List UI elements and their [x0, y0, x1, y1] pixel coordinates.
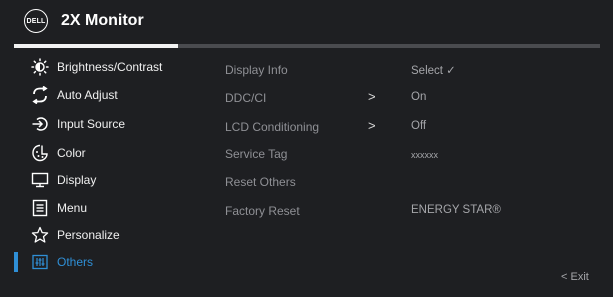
option-lcd-conditioning[interactable]: LCD Conditioning	[225, 120, 319, 134]
exit-button[interactable]: < Exit	[561, 271, 589, 283]
selection-indicator	[14, 252, 18, 272]
brightness-icon	[31, 58, 49, 76]
menu-item-auto-adjust[interactable]: Auto Adjust	[14, 83, 184, 107]
menu-item-label: Color	[57, 146, 86, 160]
option-reset-others[interactable]: Reset Others	[225, 175, 296, 189]
service-tag-value: xxxxxx	[411, 150, 438, 160]
menu-item-label: Auto Adjust	[57, 88, 118, 102]
osd-title: 2X Monitor	[61, 12, 144, 29]
lcd-conditioning-value: Off	[411, 120, 427, 132]
others-icon	[32, 254, 48, 270]
option-ddc-ci[interactable]: DDC/CI	[225, 91, 266, 105]
menu-item-display[interactable]: Display	[14, 168, 184, 192]
menu-item-brightness-contrast[interactable]: Brightness/Contrast	[14, 55, 184, 79]
menu-position-bar	[14, 44, 600, 48]
menu-item-personalize[interactable]: Personalize	[14, 223, 184, 247]
menu-icon	[32, 199, 48, 217]
osd-header: DELL 2X Monitor	[0, 0, 613, 44]
menu-item-label: Display	[57, 173, 97, 187]
input-source-icon	[32, 117, 48, 131]
ddc-ci-value: On	[411, 91, 427, 103]
chevron-right-icon: >	[368, 118, 376, 133]
menu-item-menu[interactable]: Menu	[14, 196, 184, 220]
display-info-value: Select ✓	[411, 65, 456, 77]
option-service-tag[interactable]: Service Tag	[225, 147, 287, 161]
chevron-right-icon: >	[368, 89, 376, 104]
option-display-info[interactable]: Display Info	[225, 63, 288, 77]
menu-item-label: Personalize	[57, 228, 120, 242]
menu-item-color[interactable]: Color	[14, 141, 184, 165]
menu-item-label: Others	[57, 255, 94, 269]
menu-item-label: Brightness/Contrast	[57, 60, 163, 74]
option-factory-reset[interactable]: Factory Reset	[225, 204, 300, 218]
energy-star-label: ENERGY STAR®	[411, 204, 501, 216]
menu-item-input-source[interactable]: Input Source	[14, 112, 184, 136]
auto-adjust-icon	[32, 86, 48, 104]
menu-position-fill	[14, 44, 179, 48]
menu-item-others[interactable]: Others	[14, 250, 184, 274]
display-icon	[31, 172, 49, 188]
color-icon	[32, 144, 48, 162]
monitor-osd: DELL 2X Monitor Brightness/Contrast Auto…	[0, 0, 613, 297]
menu-item-label: Menu	[57, 201, 88, 215]
menu-item-label: Input Source	[57, 117, 126, 131]
dell-logo: DELL	[24, 9, 48, 33]
star-icon	[31, 226, 49, 243]
